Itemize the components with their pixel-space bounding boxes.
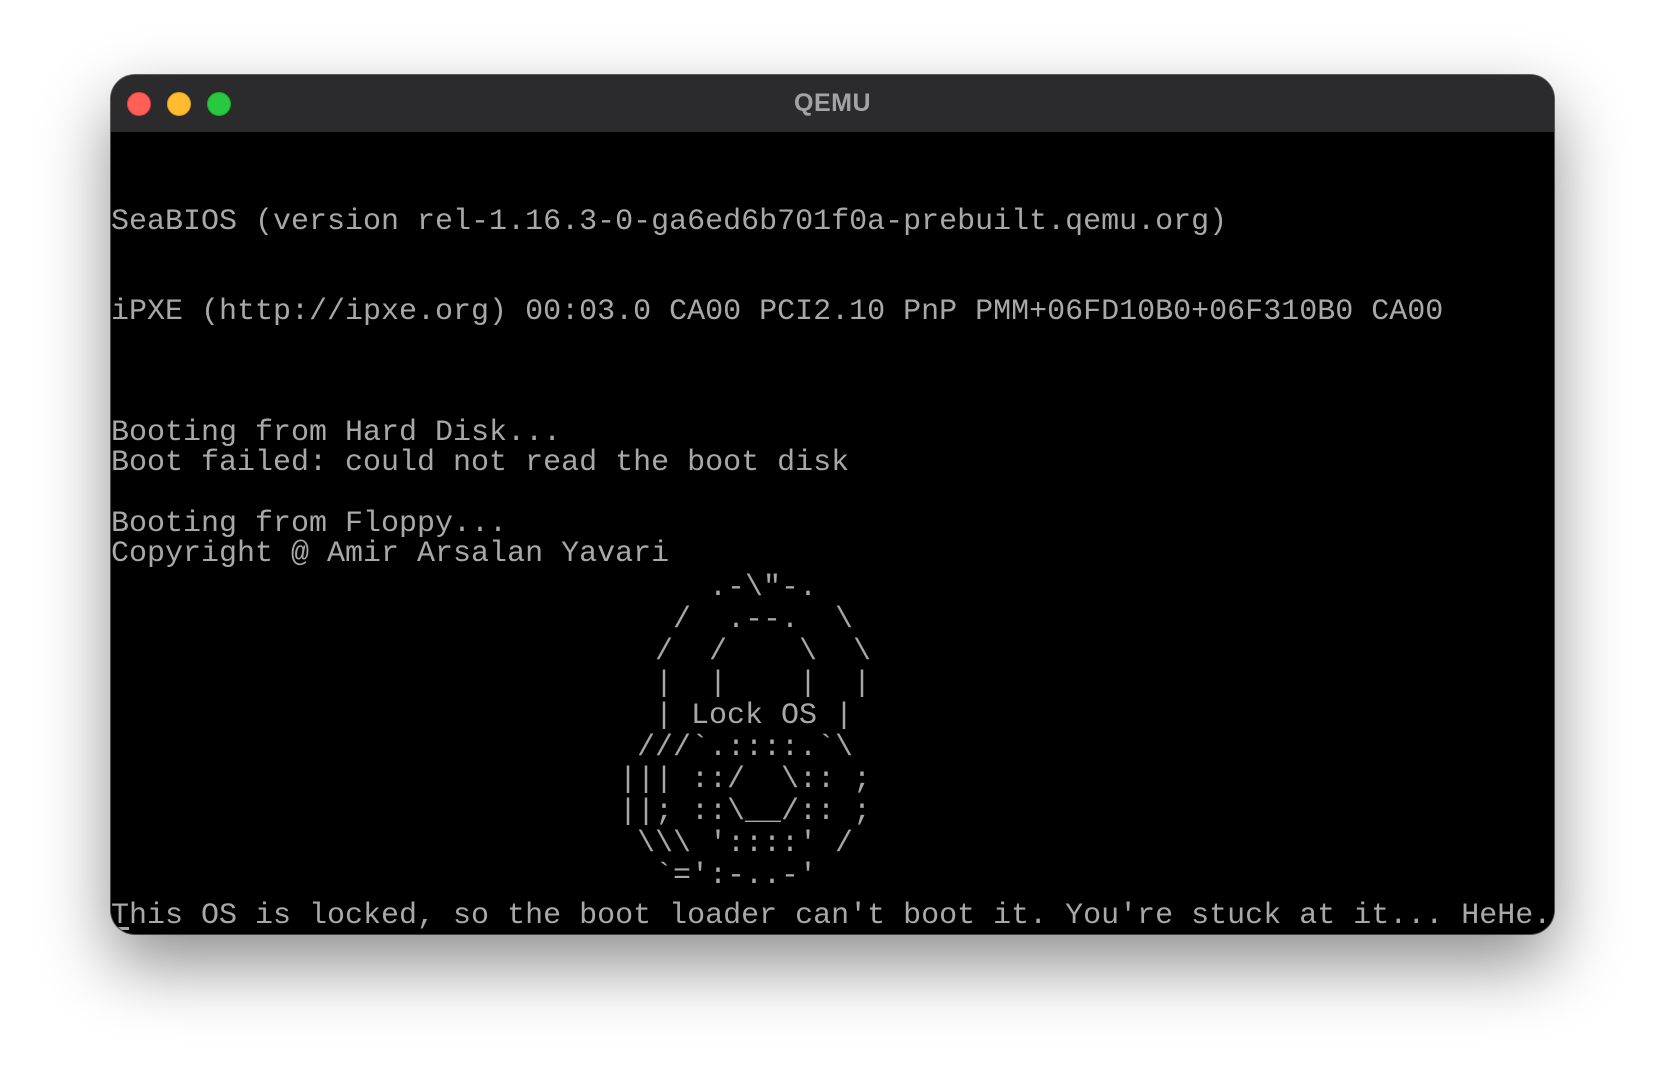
booting-floppy-line: Booting from Floppy... [111, 507, 508, 541]
window-title: QEMU [794, 89, 871, 117]
qemu-window: QEMU SeaBIOS (version rel-1.16.3-0-ga6ed… [111, 75, 1554, 934]
vm-display[interactable]: SeaBIOS (version rel-1.16.3-0-ga6ed6b701… [111, 132, 1554, 934]
ipxe-line: iPXE (http://ipxe.org) 00:03.0 CA00 PCI2… [111, 295, 1444, 329]
lock-ascii-art: .-\"-. / .--. \ / / \ \ | | | | | Lock O… [619, 571, 872, 893]
boot-failed-line: Boot failed: could not read the boot dis… [111, 446, 850, 480]
locked-message-line: This OS is locked, so the boot loader ca… [111, 899, 1552, 933]
seabios-version-line: SeaBIOS (version rel-1.16.3-0-ga6ed6b701… [111, 205, 1228, 239]
text-cursor [113, 927, 129, 930]
booting-hard-disk-line: Booting from Hard Disk... [111, 416, 562, 450]
title-bar[interactable]: QEMU [111, 75, 1554, 133]
copyright-line: Copyright @ Amir Arsalan Yavari [111, 537, 670, 571]
